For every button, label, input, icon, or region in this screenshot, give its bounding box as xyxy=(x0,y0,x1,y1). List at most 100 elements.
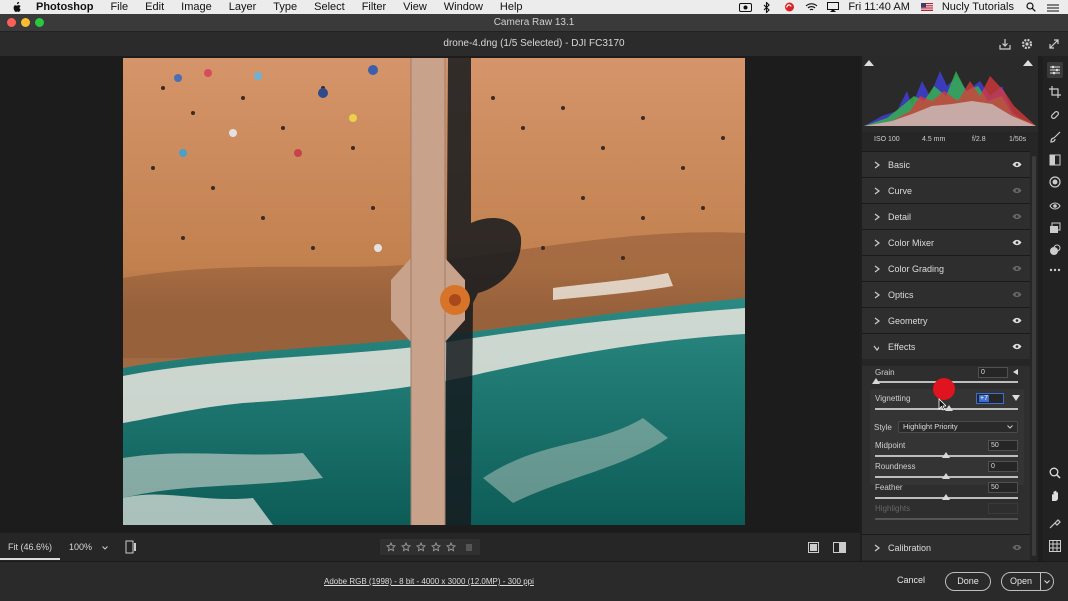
grain-slider-thumb[interactable] xyxy=(872,378,880,384)
midpoint-value[interactable]: 50 xyxy=(988,440,1018,451)
section-curve[interactable]: Curve xyxy=(862,177,1030,203)
red-eye-icon[interactable] xyxy=(1049,200,1061,212)
done-button[interactable]: Done xyxy=(945,572,991,591)
bluetooth-icon[interactable] xyxy=(760,1,774,13)
fit-zoom-button[interactable]: Fit (46.6%) xyxy=(8,542,52,552)
color-sampler-icon[interactable] xyxy=(1049,517,1061,529)
radial-gradient-icon[interactable] xyxy=(1049,176,1061,188)
feather-value[interactable]: 50 xyxy=(988,482,1018,493)
eye-icon[interactable] xyxy=(1012,239,1022,246)
cancel-button[interactable]: Cancel xyxy=(888,572,934,591)
grid-icon[interactable] xyxy=(1049,540,1061,552)
section-optics[interactable]: Optics xyxy=(862,281,1030,307)
eye-icon[interactable] xyxy=(1012,343,1022,350)
vignetting-slider-thumb[interactable] xyxy=(945,405,953,411)
more-options-icon[interactable] xyxy=(1049,264,1061,276)
eye-icon[interactable] xyxy=(1012,265,1022,272)
panel-scrollbar[interactable] xyxy=(1032,156,1036,556)
image-canvas[interactable] xyxy=(0,56,860,532)
linear-gradient-icon[interactable] xyxy=(1049,154,1061,166)
chevron-right-icon xyxy=(874,317,880,325)
section-effects[interactable]: Effects xyxy=(862,333,1030,359)
feather-label: Feather xyxy=(875,483,903,492)
style-dropdown-value: Highlight Priority xyxy=(903,422,958,431)
minimize-window-button[interactable] xyxy=(21,18,30,27)
menu-layer[interactable]: Layer xyxy=(229,0,257,14)
wifi-icon[interactable] xyxy=(804,2,818,13)
grain-reset-icon[interactable] xyxy=(1012,368,1019,376)
edit-sliders-icon[interactable] xyxy=(1047,62,1063,78)
workflow-options-link[interactable]: Adobe RGB (1998) - 8 bit - 4000 x 3000 (… xyxy=(324,577,534,586)
menu-app-name[interactable]: Photoshop xyxy=(36,0,93,14)
menu-image[interactable]: Image xyxy=(181,0,212,14)
rating-stars[interactable] xyxy=(380,539,480,555)
menu-type[interactable]: Type xyxy=(273,0,297,14)
menu-select[interactable]: Select xyxy=(314,0,345,14)
filmstrip-icon[interactable] xyxy=(125,540,137,554)
menu-filter[interactable]: Filter xyxy=(362,0,386,14)
eye-icon[interactable] xyxy=(1012,291,1022,298)
before-after-icon[interactable] xyxy=(833,542,846,553)
roundness-value[interactable]: 0 xyxy=(988,461,1018,472)
vignetting-value-input[interactable]: +7 xyxy=(976,393,1004,404)
chevron-right-icon xyxy=(874,291,880,299)
hand-icon[interactable] xyxy=(1049,490,1061,502)
clock-text[interactable]: Fri 11:40 AM xyxy=(848,1,910,13)
fullscreen-icon[interactable] xyxy=(1047,37,1061,51)
airplay-icon[interactable] xyxy=(826,2,840,13)
midpoint-slider-thumb[interactable] xyxy=(942,452,950,458)
shutter-value: 1/50s xyxy=(1009,136,1027,143)
apple-icon[interactable] xyxy=(12,1,26,13)
us-flag-icon[interactable] xyxy=(920,2,934,13)
menu-view[interactable]: View xyxy=(403,0,427,14)
histogram xyxy=(862,56,1038,132)
feather-slider-thumb[interactable] xyxy=(942,494,950,500)
adjustments-panel: ISO 100 4.5 mm f/2.8 1/50s Basic Curve D… xyxy=(862,56,1038,561)
presets-icon[interactable] xyxy=(1049,244,1061,256)
eye-icon[interactable] xyxy=(1012,317,1022,324)
menu-help[interactable]: Help xyxy=(500,0,523,14)
open-options-button[interactable] xyxy=(1040,572,1054,591)
section-calibration[interactable]: Calibration xyxy=(862,534,1030,560)
eye-icon[interactable] xyxy=(1012,544,1022,551)
menu-file[interactable]: File xyxy=(110,0,128,14)
snapshots-icon[interactable] xyxy=(1049,222,1061,234)
open-button[interactable]: Open xyxy=(1001,572,1041,591)
eye-icon[interactable] xyxy=(1012,187,1022,194)
section-basic[interactable]: Basic xyxy=(862,151,1030,177)
zoom-icon[interactable] xyxy=(1049,467,1061,479)
creative-cloud-icon[interactable] xyxy=(782,2,796,13)
photo-preview[interactable] xyxy=(123,58,745,525)
eye-icon[interactable] xyxy=(1012,213,1022,220)
section-label: Basic xyxy=(888,160,911,170)
grain-value[interactable]: 0 xyxy=(978,367,1008,378)
crop-icon[interactable] xyxy=(1049,86,1061,98)
menu-edit[interactable]: Edit xyxy=(145,0,164,14)
chevron-down-icon[interactable] xyxy=(102,546,108,550)
section-geometry[interactable]: Geometry xyxy=(862,307,1030,333)
style-dropdown[interactable]: Highlight Priority xyxy=(898,421,1018,433)
gear-icon[interactable] xyxy=(1020,37,1034,51)
section-color-grading[interactable]: Color Grading xyxy=(862,255,1030,281)
zoom-level-dropdown[interactable]: 100% xyxy=(69,542,92,552)
roundness-slider-thumb[interactable] xyxy=(942,473,950,479)
section-detail[interactable]: Detail xyxy=(862,203,1030,229)
single-view-icon[interactable] xyxy=(808,542,819,553)
screen-record-icon[interactable] xyxy=(738,2,752,13)
zoom-window-button[interactable] xyxy=(35,18,44,27)
menu-window[interactable]: Window xyxy=(444,0,483,14)
vignetting-expand-icon[interactable] xyxy=(1012,395,1020,401)
save-image-icon[interactable] xyxy=(998,37,1012,51)
brush-icon[interactable] xyxy=(1049,131,1061,143)
eye-icon[interactable] xyxy=(1012,161,1022,168)
close-window-button[interactable] xyxy=(7,18,16,27)
mouse-cursor-icon xyxy=(938,398,946,411)
user-name[interactable]: Nucly Tutorials xyxy=(942,1,1014,13)
spotlight-search-icon[interactable] xyxy=(1024,2,1038,13)
control-center-icon[interactable] xyxy=(1046,2,1060,13)
vignetting-label: Vignetting xyxy=(875,394,911,403)
section-color-mixer[interactable]: Color Mixer xyxy=(862,229,1030,255)
healing-brush-icon[interactable] xyxy=(1049,109,1061,121)
highlights-value xyxy=(988,503,1018,514)
highlight-clipping-icon xyxy=(1023,60,1033,66)
